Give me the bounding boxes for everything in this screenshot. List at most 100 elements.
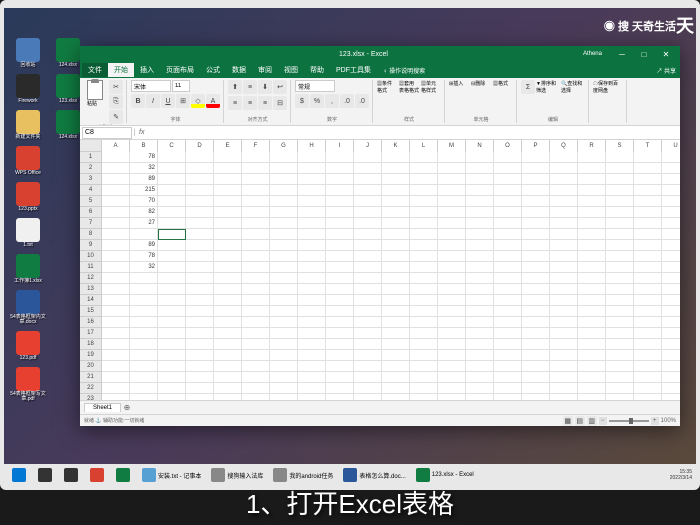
cell-S9[interactable]	[606, 240, 634, 251]
cell-U20[interactable]	[662, 361, 680, 372]
cell-L12[interactable]	[410, 273, 438, 284]
fill-color-button[interactable]: ◇	[191, 94, 205, 108]
cell-I11[interactable]	[326, 262, 354, 273]
cell-Q16[interactable]	[550, 317, 578, 328]
bold-button[interactable]: B	[131, 94, 145, 108]
copy-button[interactable]: ⎘	[109, 95, 123, 109]
cell-E9[interactable]	[214, 240, 242, 251]
cell-R9[interactable]	[578, 240, 606, 251]
cell-L9[interactable]	[410, 240, 438, 251]
cell-A22[interactable]	[102, 383, 130, 394]
cell-E23[interactable]	[214, 394, 242, 400]
cell-R11[interactable]	[578, 262, 606, 273]
cell-U10[interactable]	[662, 251, 680, 262]
cell-A4[interactable]	[102, 185, 130, 196]
cell-E22[interactable]	[214, 383, 242, 394]
cell-Q11[interactable]	[550, 262, 578, 273]
cell-T12[interactable]	[634, 273, 662, 284]
cell-A2[interactable]	[102, 163, 130, 174]
cell-Q9[interactable]	[550, 240, 578, 251]
cell-G16[interactable]	[270, 317, 298, 328]
cell-N4[interactable]	[466, 185, 494, 196]
desktop-icon[interactable]: 新建文件夹	[10, 110, 46, 140]
cell-I22[interactable]	[326, 383, 354, 394]
cell-F6[interactable]	[242, 207, 270, 218]
cell-S2[interactable]	[606, 163, 634, 174]
cell-L18[interactable]	[410, 339, 438, 350]
cell-R12[interactable]	[578, 273, 606, 284]
cell-I19[interactable]	[326, 350, 354, 361]
cell-G17[interactable]	[270, 328, 298, 339]
cell-M12[interactable]	[438, 273, 466, 284]
cell-S20[interactable]	[606, 361, 634, 372]
cell-O19[interactable]	[494, 350, 522, 361]
cell-A6[interactable]	[102, 207, 130, 218]
desktop-icon[interactable]: 123.pdf	[10, 331, 46, 361]
cell-E17[interactable]	[214, 328, 242, 339]
col-header-N[interactable]: N	[466, 140, 494, 152]
cell-S14[interactable]	[606, 295, 634, 306]
cell-A13[interactable]	[102, 284, 130, 295]
cell-H13[interactable]	[298, 284, 326, 295]
cell-M21[interactable]	[438, 372, 466, 383]
cell-R18[interactable]	[578, 339, 606, 350]
cell-G14[interactable]	[270, 295, 298, 306]
cell-H6[interactable]	[298, 207, 326, 218]
cell-O20[interactable]	[494, 361, 522, 372]
cell-Q5[interactable]	[550, 196, 578, 207]
cell-D10[interactable]	[186, 251, 214, 262]
cell-A8[interactable]	[102, 229, 130, 240]
cell-O14[interactable]	[494, 295, 522, 306]
cell-L3[interactable]	[410, 174, 438, 185]
cell-P17[interactable]	[522, 328, 550, 339]
share-button[interactable]: ↗ 共享	[656, 66, 676, 75]
cell-O9[interactable]	[494, 240, 522, 251]
cell-N21[interactable]	[466, 372, 494, 383]
cell-S11[interactable]	[606, 262, 634, 273]
cell-O7[interactable]	[494, 218, 522, 229]
cell-G20[interactable]	[270, 361, 298, 372]
decrease-decimal-button[interactable]: .0	[355, 94, 369, 108]
cell-F1[interactable]	[242, 152, 270, 163]
cell-F23[interactable]	[242, 394, 270, 400]
cell-B3[interactable]: 89	[130, 174, 158, 185]
cell-M14[interactable]	[438, 295, 466, 306]
cell-E10[interactable]	[214, 251, 242, 262]
cell-T16[interactable]	[634, 317, 662, 328]
cell-J16[interactable]	[354, 317, 382, 328]
formula-input[interactable]	[148, 127, 680, 139]
cell-L4[interactable]	[410, 185, 438, 196]
cell-R14[interactable]	[578, 295, 606, 306]
cell-I12[interactable]	[326, 273, 354, 284]
cell-S10[interactable]	[606, 251, 634, 262]
cell-K13[interactable]	[382, 284, 410, 295]
cell-B9[interactable]: 89	[130, 240, 158, 251]
cell-U3[interactable]	[662, 174, 680, 185]
cell-C1[interactable]	[158, 152, 186, 163]
maximize-button[interactable]: □	[634, 47, 654, 61]
cell-A9[interactable]	[102, 240, 130, 251]
col-header-P[interactable]: P	[522, 140, 550, 152]
cell-H14[interactable]	[298, 295, 326, 306]
col-header-C[interactable]: C	[158, 140, 186, 152]
cell-F17[interactable]	[242, 328, 270, 339]
title-bar[interactable]: 123.xlsx - Excel Athena ─ □ ✕	[80, 46, 680, 62]
cell-B23[interactable]	[130, 394, 158, 400]
cell-O3[interactable]	[494, 174, 522, 185]
cell-J8[interactable]	[354, 229, 382, 240]
cell-N19[interactable]	[466, 350, 494, 361]
cell-C12[interactable]	[158, 273, 186, 284]
cell-C21[interactable]	[158, 372, 186, 383]
cell-P12[interactable]	[522, 273, 550, 284]
cell-Q1[interactable]	[550, 152, 578, 163]
cell-K23[interactable]	[382, 394, 410, 400]
cell-T3[interactable]	[634, 174, 662, 185]
row-header-7[interactable]: 7	[80, 218, 101, 229]
tab-公式[interactable]: 公式	[200, 63, 226, 77]
cell-G12[interactable]	[270, 273, 298, 284]
cell-S17[interactable]	[606, 328, 634, 339]
tab-审阅[interactable]: 审阅	[252, 63, 278, 77]
cell-K10[interactable]	[382, 251, 410, 262]
cell-C11[interactable]	[158, 262, 186, 273]
cell-P4[interactable]	[522, 185, 550, 196]
